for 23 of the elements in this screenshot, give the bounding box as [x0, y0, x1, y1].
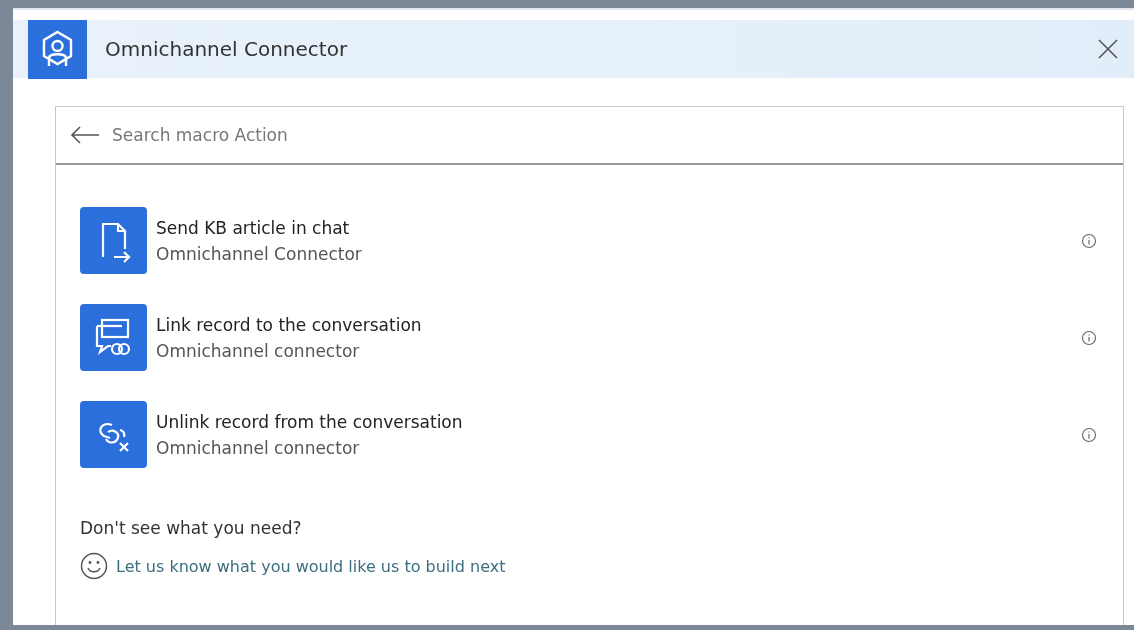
back-arrow-icon[interactable] — [70, 125, 100, 145]
connector-icon — [28, 19, 87, 79]
help-prompt: Don't see what you need? — [80, 518, 302, 538]
action-item[interactable]: Unlink record from the conversation Omnichannel connector — [80, 401, 1123, 468]
document-send-icon — [80, 207, 147, 274]
unlink-icon — [80, 401, 147, 468]
action-connector: Omnichannel connector — [156, 340, 360, 361]
action-connector: Omnichannel connector — [156, 437, 360, 458]
action-title: Link record to the conversation — [156, 314, 422, 335]
feedback-link[interactable]: Let us know what you would like us to build next — [116, 556, 506, 576]
chat-link-icon — [80, 304, 147, 371]
search-field[interactable]: Search macro Action — [110, 124, 1123, 146]
action-connector: Omnichannel Connector — [156, 243, 362, 264]
action-item[interactable]: Link record to the conversation Omnichannel connector — [80, 304, 1123, 371]
info-icon[interactable] — [1081, 329, 1097, 346]
smiley-icon — [80, 552, 108, 580]
action-title: Send KB article in chat — [156, 217, 350, 238]
action-title: Unlink record from the conversation — [156, 411, 463, 432]
close-icon — [1098, 39, 1118, 59]
info-icon[interactable] — [1081, 232, 1097, 249]
action-item[interactable]: Send KB article in chat Omnichannel Connector — [80, 207, 1123, 274]
info-icon[interactable] — [1081, 426, 1097, 443]
dialog-title: Omnichannel Connector — [105, 37, 349, 61]
